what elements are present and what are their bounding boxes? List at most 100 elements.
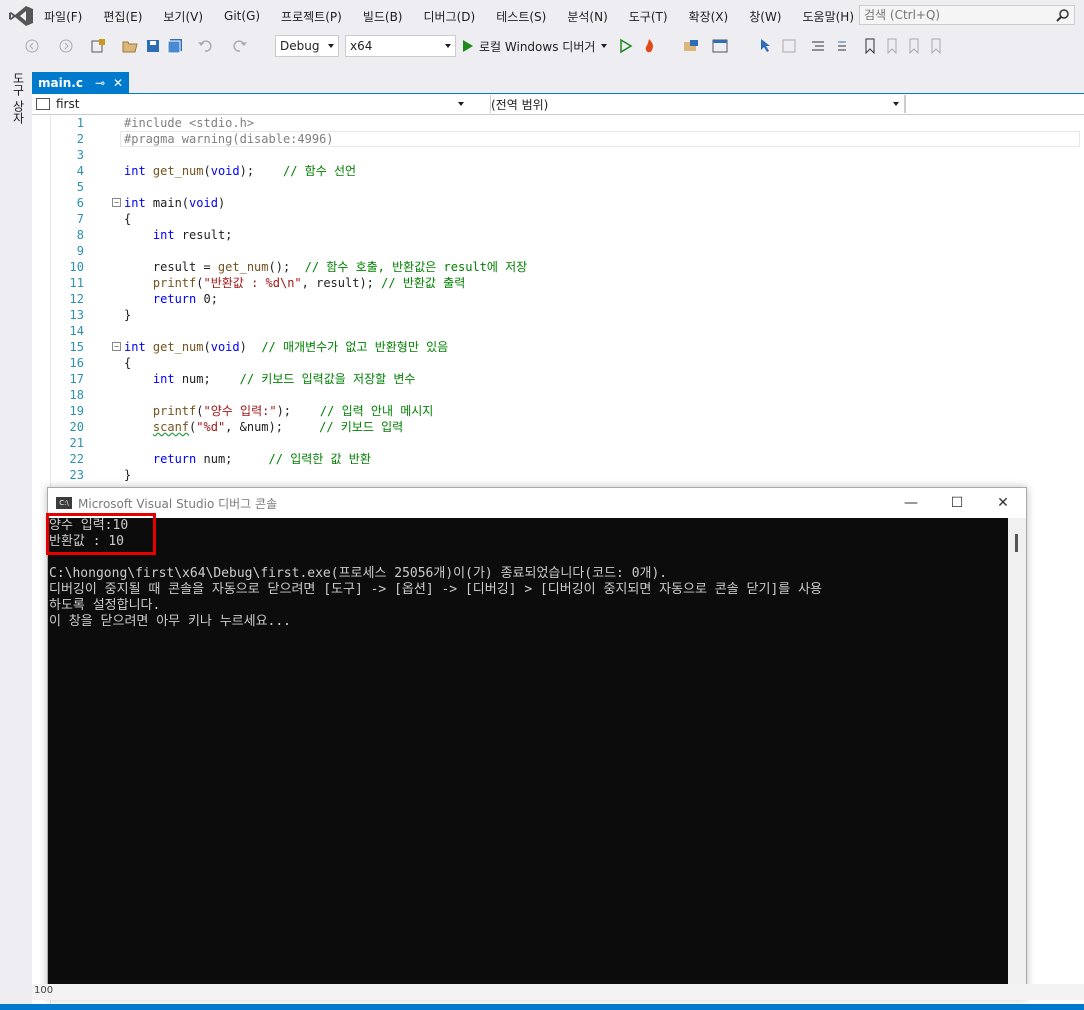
console-app-icon: C:\ — [56, 497, 72, 509]
save-icon[interactable] — [145, 38, 161, 54]
search-icon[interactable] — [1056, 8, 1070, 22]
console-scrollbar[interactable] — [1008, 518, 1026, 998]
menu-item-3[interactable]: Git(G) — [224, 9, 260, 23]
code-line[interactable]: 5 — [32, 179, 1084, 195]
project-dropdown[interactable]: first — [36, 95, 464, 113]
debug-console-window[interactable]: C:\ Microsoft Visual Studio 디버그 콘솔 — ☐ ✕… — [47, 487, 1027, 999]
menu-item-2[interactable]: 보기(V) — [163, 8, 203, 25]
code-line[interactable]: 17 int num; // 키보드 입력값을 저장할 변수 — [32, 371, 1084, 387]
code-line[interactable]: 3 — [32, 147, 1084, 163]
code-line[interactable]: 23} — [32, 467, 1084, 483]
forward-icon[interactable] — [58, 38, 74, 54]
console-line: 디버깅이 중지될 때 콘솔을 자동으로 닫으려면 [도구] -> [옵션] ->… — [49, 582, 823, 597]
close-icon[interactable]: ✕ — [113, 76, 123, 90]
line-number: 4 — [76, 164, 84, 178]
menu-item-12[interactable]: 도움말(H) — [803, 8, 855, 25]
line-number: 23 — [69, 468, 84, 482]
toolbox-tab[interactable]: 도구 상자 — [10, 72, 27, 124]
comment-lines-icon[interactable] — [810, 38, 826, 54]
window-layout-icon[interactable] — [712, 38, 728, 54]
minimize-button[interactable]: — — [888, 488, 934, 518]
collapse-icon[interactable]: − — [112, 198, 121, 207]
menu-item-7[interactable]: 테스트(S) — [496, 8, 546, 25]
code-text: { — [124, 356, 132, 370]
search-input[interactable] — [860, 6, 1048, 24]
tab-main-c[interactable]: main.c ⊸ ✕ — [32, 72, 130, 93]
code-text: #pragma warning(disable:4996) — [124, 132, 334, 146]
cursor-icon[interactable] — [758, 38, 774, 54]
code-line[interactable]: 15 − int get_num(void) // 매개변수가 없고 반환형만 있음 — [32, 339, 1084, 355]
line-number: 22 — [69, 452, 84, 466]
code-line[interactable]: 19 printf("양수 입력:"); // 입력 안내 메시지 — [32, 403, 1084, 419]
scrollbar-thumb[interactable] — [1015, 534, 1018, 552]
code-line[interactable]: 11 printf("반환값 : %d\n", result); // 반환값 … — [32, 275, 1084, 291]
pin-icon[interactable]: ⊸ — [95, 76, 105, 90]
code-line[interactable]: 21 — [32, 435, 1084, 451]
code-line[interactable]: 22 return num; // 입력한 값 반환 — [32, 451, 1084, 467]
code-line[interactable]: 9 — [32, 243, 1084, 259]
menu-item-11[interactable]: 창(W) — [749, 8, 781, 25]
menu-item-6[interactable]: 디버그(D) — [424, 8, 476, 25]
open-folder-icon[interactable] — [122, 38, 138, 54]
collapse-icon[interactable]: − — [112, 342, 121, 351]
line-number: 8 — [76, 228, 84, 242]
uncomment-lines-icon[interactable] — [832, 38, 848, 54]
menu-item-1[interactable]: 편집(E) — [103, 8, 142, 25]
line-number: 13 — [69, 308, 84, 322]
redo-icon[interactable] — [232, 38, 248, 54]
scope-dropdown[interactable]: (전역 범위) — [490, 95, 903, 113]
code-line[interactable]: 12 return 0; — [32, 291, 1084, 307]
menu-item-5[interactable]: 빌드(B) — [363, 8, 403, 25]
platform-select[interactable]: x64 — [345, 35, 456, 57]
code-line[interactable]: 16 { — [32, 355, 1084, 371]
menu-item-8[interactable]: 분석(N) — [567, 8, 607, 25]
close-button[interactable]: ✕ — [980, 488, 1026, 518]
hot-reload-icon[interactable] — [641, 38, 657, 54]
console-title-bar[interactable]: C:\ Microsoft Visual Studio 디버그 콘솔 — ☐ ✕ — [48, 488, 1026, 518]
menu-item-0[interactable]: 파일(F) — [44, 8, 82, 25]
status-bar — [0, 1004, 1084, 1010]
code-line[interactable]: 20 scanf("%d", &num); // 키보드 입력 — [32, 419, 1084, 435]
menu-item-9[interactable]: 도구(T) — [629, 8, 668, 25]
code-line[interactable]: 1 #include <stdio.h> — [32, 115, 1084, 131]
next-bookmark-icon[interactable] — [906, 38, 922, 54]
undo-icon[interactable] — [197, 38, 213, 54]
menu-item-10[interactable]: 확장(X) — [689, 8, 729, 25]
maximize-button[interactable]: ☐ — [934, 488, 980, 518]
new-project-icon[interactable] — [90, 38, 106, 54]
console-output[interactable]: 양수 입력:10 반환값 : 10 C:\hongong\first\x64\Deb… — [48, 518, 1008, 998]
back-icon[interactable] — [24, 38, 40, 54]
code-line[interactable]: 18 — [32, 387, 1084, 403]
code-line[interactable]: 14 — [32, 323, 1084, 339]
start-without-debugging-icon[interactable] — [618, 38, 634, 54]
solution-explorer-icon[interactable] — [683, 38, 699, 54]
code-line[interactable]: 4 int get_num(void); // 함수 선언 — [32, 163, 1084, 179]
code-line[interactable]: 13} — [32, 307, 1084, 323]
line-number: 14 — [69, 324, 84, 338]
line-number: 18 — [69, 388, 84, 402]
bookmark-icon[interactable] — [862, 38, 878, 54]
code-line[interactable]: 7{ — [32, 211, 1084, 227]
project-icon — [36, 98, 50, 110]
code-text: printf("양수 입력:"); // 입력 안내 메시지 — [152, 404, 434, 418]
line-number: 19 — [69, 404, 84, 418]
code-line[interactable]: 6 − int main(void) — [32, 195, 1084, 211]
save-all-icon[interactable] — [167, 38, 183, 54]
code-text: return 0; — [152, 292, 218, 306]
zoom-level[interactable]: 100 — [34, 985, 53, 996]
search-box[interactable] — [859, 5, 1075, 25]
code-text: #include <stdio.h> — [124, 116, 255, 130]
chevron-down-icon — [445, 44, 451, 48]
chevron-down-icon — [601, 44, 608, 48]
menu-item-4[interactable]: 프로젝트(P) — [281, 8, 342, 25]
code-line[interactable]: 2 #pragma warning(disable:4996) — [32, 131, 1084, 147]
config-select[interactable]: Debug — [275, 35, 339, 57]
inspect-icon[interactable] — [781, 38, 797, 54]
run-debugger-button[interactable]: 로컬 Windows 디버거 — [463, 35, 608, 57]
prev-bookmark-icon[interactable] — [884, 38, 900, 54]
chevron-down-icon — [458, 102, 464, 106]
member-dropdown[interactable] — [904, 95, 1084, 113]
code-line[interactable]: 8 int result; — [32, 227, 1084, 243]
clear-bookmarks-icon[interactable] — [928, 38, 944, 54]
code-line[interactable]: 10 result = get_num(); // 함수 호출, 반환값은 re… — [32, 259, 1084, 275]
